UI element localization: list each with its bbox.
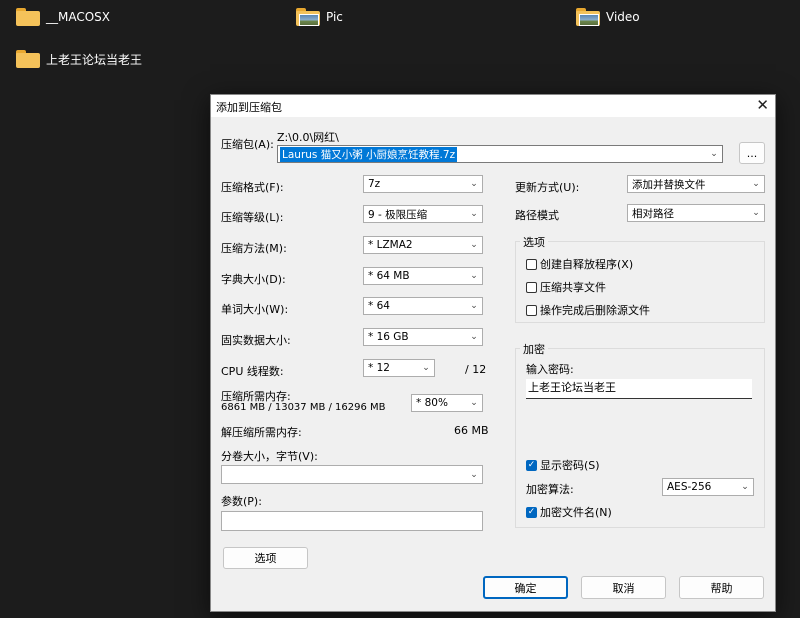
dict-value: * 64 MB bbox=[368, 270, 410, 282]
browse-button[interactable]: ... bbox=[739, 142, 765, 164]
volume-label: 分卷大小，字节(V): bbox=[221, 450, 318, 463]
solid-select[interactable]: * 16 GB ⌄ bbox=[363, 328, 483, 346]
encryption-group-title: 加密 bbox=[520, 341, 548, 357]
password-input[interactable]: 上老王论坛当老王 bbox=[526, 379, 752, 399]
dialog-titlebar: 添加到压缩包 ✕ bbox=[211, 95, 775, 117]
chevron-down-icon: ⌄ bbox=[741, 482, 749, 492]
folder-label: __MACOSX bbox=[46, 10, 111, 24]
folder-label: Video bbox=[606, 10, 640, 24]
archive-path: Z:\0.0\网红\ bbox=[277, 131, 339, 144]
image-folder-icon bbox=[576, 8, 600, 26]
chevron-down-icon: ⌄ bbox=[470, 332, 478, 342]
chevron-down-icon: ⌄ bbox=[752, 208, 760, 218]
desktop-folder-video[interactable]: Video bbox=[576, 8, 640, 26]
method-select[interactable]: * LZMA2 ⌄ bbox=[363, 236, 483, 254]
chevron-down-icon: ⌄ bbox=[710, 149, 718, 159]
cancel-button[interactable]: 取消 bbox=[581, 576, 666, 599]
ok-button[interactable]: 确定 bbox=[483, 576, 568, 599]
archive-label: 压缩包(A): bbox=[221, 138, 274, 151]
cpu-value: * 12 bbox=[368, 362, 390, 374]
close-icon[interactable]: ✕ bbox=[756, 96, 769, 114]
update-mode-select[interactable]: 添加并替换文件 ⌄ bbox=[627, 175, 765, 193]
password-label: 输入密码: bbox=[526, 363, 574, 376]
sfx-label: 创建自释放程序(X) bbox=[540, 258, 634, 271]
update-label: 更新方式(U): bbox=[515, 181, 580, 194]
chevron-down-icon: ⌄ bbox=[470, 209, 478, 219]
word-select[interactable]: * 64 ⌄ bbox=[363, 297, 483, 315]
pathmode-label: 路径模式 bbox=[515, 209, 559, 222]
encryption-method-select[interactable]: AES-256 ⌄ bbox=[662, 478, 754, 496]
archive-filename: Laurus 猫又小粥 小厨娘烹饪教程.7z bbox=[280, 146, 458, 162]
checkbox-icon bbox=[526, 258, 537, 270]
desktop-folder-pic[interactable]: Pic bbox=[296, 8, 343, 26]
update-value: 添加并替换文件 bbox=[632, 178, 706, 191]
params-label: 参数(P): bbox=[221, 495, 262, 508]
dialog-title: 添加到压缩包 bbox=[216, 101, 282, 114]
options-button[interactable]: 选项 bbox=[223, 547, 308, 569]
solid-value: * 16 GB bbox=[368, 331, 409, 343]
chevron-down-icon: ⌄ bbox=[470, 271, 478, 281]
encrypt-names-checkbox[interactable]: ✓ 加密文件名(N) bbox=[526, 504, 612, 520]
mem-compress-detail: 6861 MB / 13037 MB / 16296 MB bbox=[221, 402, 386, 413]
dict-select[interactable]: * 64 MB ⌄ bbox=[363, 267, 483, 285]
chevron-down-icon: ⌄ bbox=[422, 363, 430, 373]
chevron-down-icon: ⌄ bbox=[470, 469, 478, 480]
cpu-total: / 12 bbox=[465, 363, 487, 376]
checkmark-icon: ✓ bbox=[526, 506, 537, 518]
shared-files-checkbox[interactable]: 压缩共享文件 bbox=[526, 279, 606, 295]
show-password-label: 显示密码(S) bbox=[540, 459, 600, 472]
desktop-folder-forum[interactable]: 上老王论坛当老王 bbox=[16, 50, 142, 68]
params-input[interactable] bbox=[221, 511, 483, 531]
folder-icon bbox=[16, 50, 40, 68]
chevron-down-icon: ⌄ bbox=[470, 301, 478, 311]
delete-after-checkbox[interactable]: 操作完成后删除源文件 bbox=[526, 302, 650, 318]
sfx-checkbox[interactable]: 创建自释放程序(X) bbox=[526, 256, 633, 272]
delete-label: 操作完成后删除源文件 bbox=[540, 304, 650, 317]
format-value: 7z bbox=[368, 178, 381, 190]
mem-usage-select[interactable]: * 80% ⌄ bbox=[411, 394, 483, 412]
checkbox-icon bbox=[526, 281, 537, 293]
show-password-checkbox[interactable]: ✓ 显示密码(S) bbox=[526, 457, 600, 473]
path-mode-select[interactable]: 相对路径 ⌄ bbox=[627, 204, 765, 222]
cpu-label: CPU 线程数: bbox=[221, 365, 284, 378]
help-button[interactable]: 帮助 bbox=[679, 576, 764, 599]
mem-usage-value: * 80% bbox=[416, 397, 448, 409]
level-label: 压缩等级(L): bbox=[221, 211, 284, 224]
desktop-folder-macosx[interactable]: __MACOSX bbox=[16, 8, 110, 26]
folder-label: 上老王论坛当老王 bbox=[46, 52, 143, 67]
pathmode-value: 相对路径 bbox=[632, 207, 674, 220]
folder-label: Pic bbox=[326, 10, 343, 24]
level-value: 9 - 极限压缩 bbox=[368, 208, 428, 221]
mem-decompress-label: 解压缩所需内存: bbox=[221, 426, 302, 439]
dict-label: 字典大小(D): bbox=[221, 273, 286, 286]
format-label: 压缩格式(F): bbox=[221, 181, 284, 194]
image-folder-icon bbox=[296, 8, 320, 26]
algo-value: AES-256 bbox=[667, 481, 712, 493]
method-value: * LZMA2 bbox=[368, 239, 413, 251]
chevron-down-icon: ⌄ bbox=[470, 398, 478, 408]
folder-icon bbox=[16, 8, 40, 26]
chevron-down-icon: ⌄ bbox=[470, 240, 478, 250]
method-label: 压缩方法(M): bbox=[221, 242, 287, 255]
algo-label: 加密算法: bbox=[526, 483, 574, 496]
word-label: 单词大小(W): bbox=[221, 303, 289, 316]
archive-name-combo[interactable]: Laurus 猫又小粥 小厨娘烹饪教程.7z ⌄ bbox=[277, 145, 723, 163]
mem-decompress-value: 66 MB bbox=[454, 424, 489, 437]
checkmark-icon: ✓ bbox=[526, 459, 537, 471]
checkbox-icon bbox=[526, 304, 537, 316]
level-select[interactable]: 9 - 极限压缩 ⌄ bbox=[363, 205, 483, 223]
chevron-down-icon: ⌄ bbox=[752, 179, 760, 189]
volume-size-select[interactable]: ⌄ bbox=[221, 465, 483, 484]
word-value: * 64 bbox=[368, 300, 390, 312]
shared-label: 压缩共享文件 bbox=[540, 281, 606, 294]
cpu-select[interactable]: * 12 ⌄ bbox=[363, 359, 435, 377]
add-to-archive-dialog: 添加到压缩包 ✕ 压缩包(A): Z:\0.0\网红\ Laurus 猫又小粥 … bbox=[210, 94, 776, 612]
chevron-down-icon: ⌄ bbox=[470, 179, 478, 189]
solid-label: 固实数据大小: bbox=[221, 334, 291, 347]
encrypt-names-label: 加密文件名(N) bbox=[540, 506, 612, 519]
format-select[interactable]: 7z ⌄ bbox=[363, 175, 483, 193]
options-group-title: 选项 bbox=[520, 234, 548, 250]
